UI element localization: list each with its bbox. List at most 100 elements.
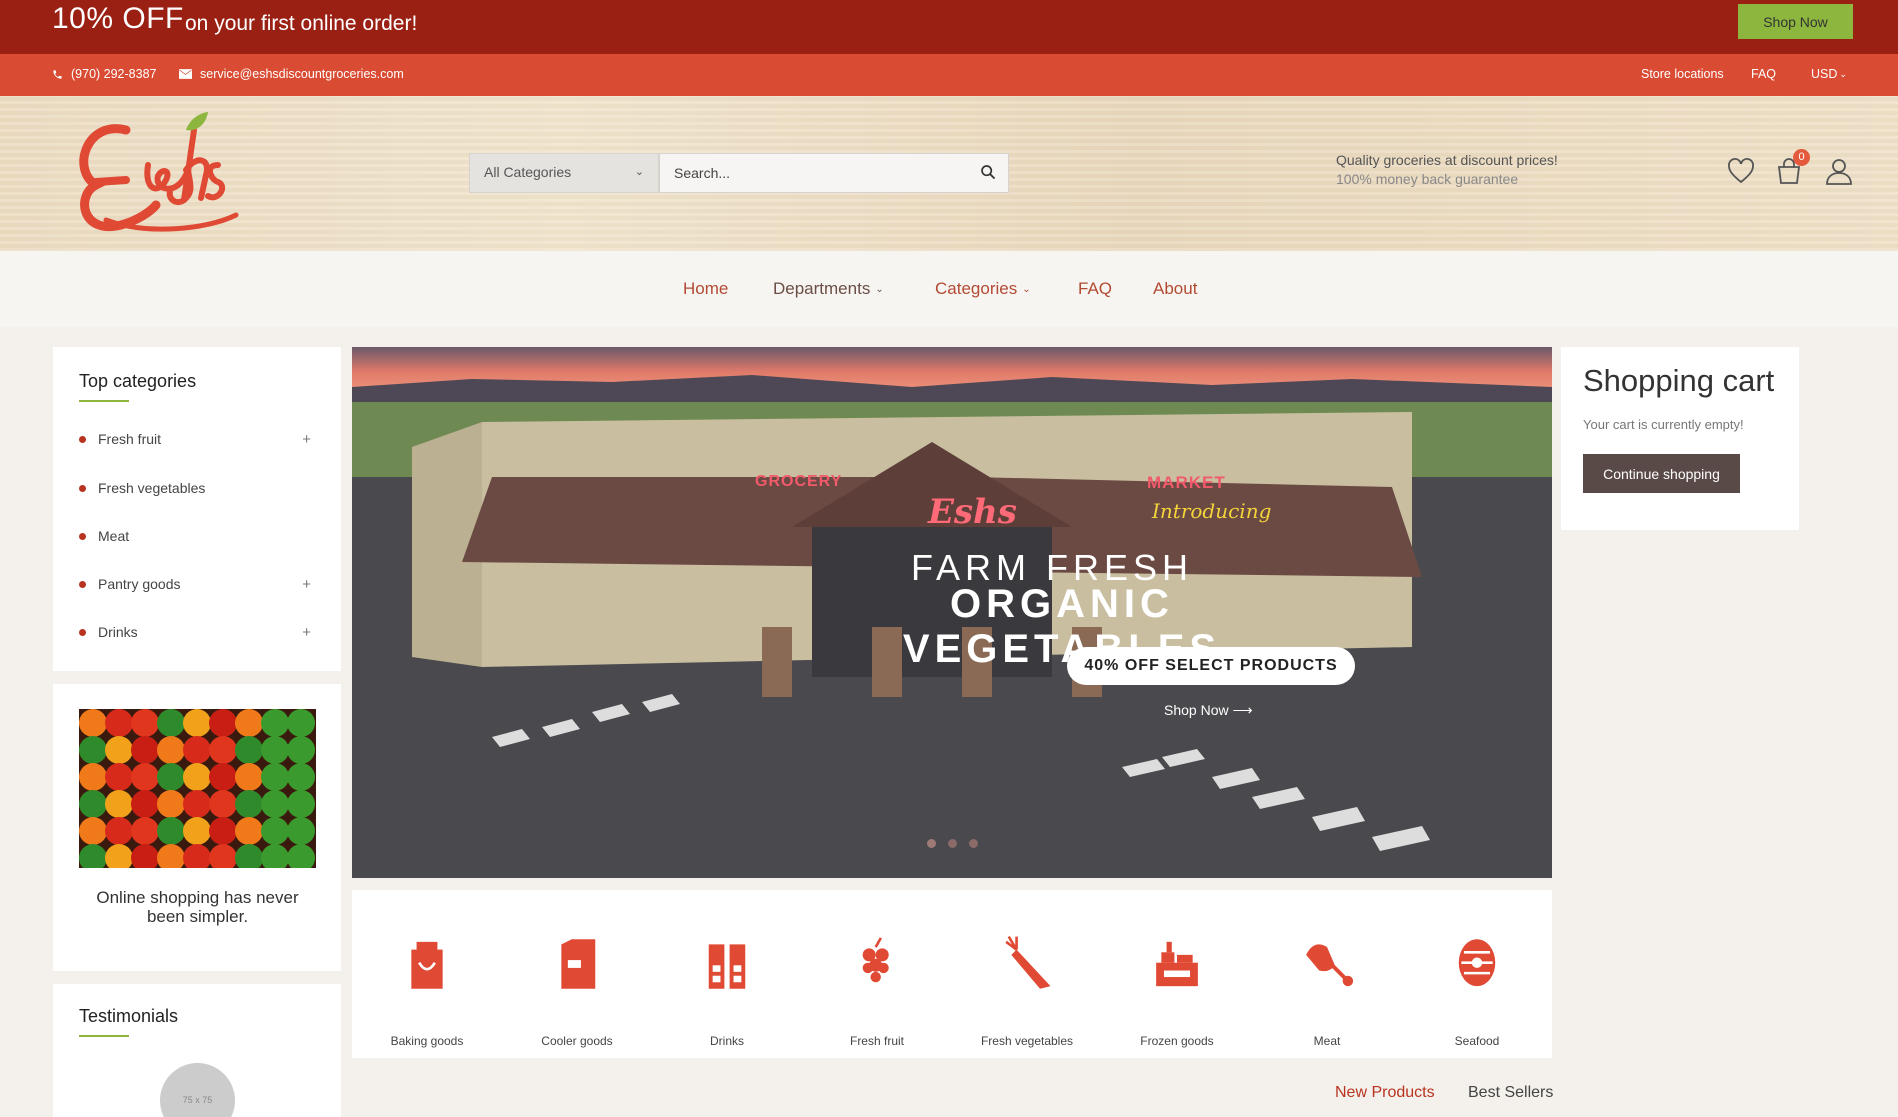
category-strip: Baking goods Cooler goods Drinks Fresh frui… (352, 890, 1552, 1058)
slide-shop-now-label: Shop Now (1164, 702, 1229, 718)
tagline-secondary: 100% money back guarantee (1336, 171, 1519, 187)
sidebar-category-label: Meat (98, 528, 130, 544)
bullet-icon (79, 435, 86, 443)
cooler-goods-icon (561, 939, 596, 989)
slider-dots (927, 839, 978, 848)
testimonials-title: Testimonials (79, 1006, 179, 1026)
chevron-down-icon: ⌄ (1022, 283, 1031, 295)
category-card[interactable]: Meat (1252, 890, 1402, 1058)
phone-contact[interactable]: (970) 292-8387 (52, 67, 156, 81)
tab-best-sellers[interactable]: Best Sellers (1468, 1084, 1553, 1102)
category-label: Baking goods (390, 1034, 464, 1048)
chevron-down-icon: ⌄ (1839, 68, 1847, 79)
sidebar-category-item[interactable]: Drinks + (79, 624, 311, 641)
category-card[interactable]: Fresh fruit (802, 890, 952, 1058)
email-address: service@eshsdiscountgroceries.com (200, 67, 404, 81)
currency-label: USD (1811, 67, 1838, 81)
hero-slider[interactable]: GROCERY MARKET Introducing Eshs FARM FRE… (352, 347, 1552, 878)
search-icon[interactable] (980, 164, 996, 180)
envelope-icon (179, 69, 192, 79)
wishlist-heart-icon[interactable] (1726, 156, 1756, 186)
phone-icon (53, 69, 62, 79)
frozen-goods-icon (1156, 941, 1198, 987)
nav-faq-label: FAQ (1078, 279, 1113, 298)
chevron-down-icon: ⌄ (875, 283, 884, 295)
currency-selector[interactable]: USD ⌄ (1811, 67, 1847, 81)
market-sign: MARKET (1147, 473, 1226, 492)
top-categories-title: Top categories (79, 371, 197, 391)
nav-about-label: About (1153, 279, 1198, 298)
tab-new-products[interactable]: New Products (1335, 1084, 1435, 1102)
top-categories-panel (53, 347, 341, 671)
sidebar-category-item[interactable]: Meat (79, 528, 311, 544)
sidebar-category-label: Fresh vegetables (98, 480, 206, 496)
user-account-icon[interactable] (1824, 156, 1854, 186)
category-label: Fresh fruit (849, 1034, 904, 1048)
expand-plus-icon[interactable]: + (302, 624, 311, 641)
bullet-icon (79, 484, 86, 492)
nav-categories-label: Categories (935, 279, 1018, 298)
fresh-fruit-icon (862, 937, 889, 983)
promo-shop-now-button[interactable]: Shop Now (1738, 4, 1853, 39)
fresh-vegetables-icon (1005, 935, 1051, 989)
sidebar-category-label: Pantry goods (98, 576, 181, 592)
promo-text: on your first online order! (185, 12, 418, 35)
slider-dot[interactable] (948, 839, 957, 848)
expand-plus-icon[interactable]: + (302, 431, 311, 448)
baking-goods-icon (411, 941, 443, 989)
category-card[interactable]: Baking goods (352, 890, 502, 1058)
category-select[interactable]: All Categories ⌄ (469, 153, 659, 193)
header-tagline: Quality groceries at discount prices! 10… (1336, 151, 1558, 189)
sidebar-category-item[interactable]: Fresh vegetables (79, 480, 311, 496)
storefront-logo-sign: Eshs (928, 492, 1017, 532)
category-card[interactable]: Drinks (652, 890, 802, 1058)
category-select-value: All Categories (484, 164, 572, 180)
tagline-primary: Quality groceries at discount prices! (1336, 152, 1558, 168)
phone-number: (970) 292-8387 (71, 67, 157, 81)
sidebar-category-item[interactable]: Pantry goods + (79, 576, 311, 593)
title-underline (79, 400, 129, 402)
arrow-right-icon: ⟶ (1232, 702, 1253, 718)
category-label: Frozen goods (1140, 1034, 1214, 1048)
seafood-icon (1458, 939, 1496, 987)
bullet-icon (79, 532, 86, 540)
meat-icon (1306, 944, 1354, 987)
title-underline (79, 1035, 129, 1037)
main-nav: Home Departments ⌄ Categories ⌄ FAQ About (0, 251, 1898, 327)
nav-about[interactable]: About (1153, 279, 1197, 299)
slide-cta-button[interactable]: 40% OFF SELECT PRODUCTS (1067, 647, 1355, 685)
slider-dot[interactable] (927, 839, 936, 848)
slide-shop-now-link[interactable]: Shop Now ⟶ (1164, 702, 1253, 719)
sidebar-category-label: Fresh fruit (98, 431, 162, 447)
category-label: Seafood (1454, 1034, 1500, 1048)
chevron-down-icon: ⌄ (634, 166, 644, 178)
promo-discount: 10% OFF (52, 2, 184, 35)
sidebar-category-label: Drinks (98, 624, 138, 640)
nav-faq[interactable]: FAQ (1078, 279, 1112, 299)
store-locations-link[interactable]: Store locations (1641, 67, 1724, 81)
continue-shopping-button[interactable]: Continue shopping (1583, 454, 1740, 493)
category-card[interactable]: Cooler goods (502, 890, 652, 1058)
eshs-logo[interactable] (66, 110, 241, 240)
faq-link[interactable]: FAQ (1751, 67, 1776, 81)
nav-categories[interactable]: Categories ⌄ (935, 279, 1031, 299)
category-label: Cooler goods (541, 1034, 613, 1048)
category-card[interactable]: Frozen goods (1102, 890, 1252, 1058)
nav-home-label: Home (683, 279, 729, 298)
promo-bar: 10% OFF on your first online order! Shop… (0, 0, 1898, 54)
expand-plus-icon[interactable]: + (302, 576, 311, 593)
category-label: Meat (1313, 1034, 1341, 1048)
cart-title: Shopping cart (1583, 363, 1775, 398)
search-input[interactable]: Search... (659, 153, 1009, 193)
top-bar: (970) 292-8387 service@eshsdiscountgroce… (0, 54, 1898, 96)
email-contact[interactable]: service@eshsdiscountgroceries.com (179, 67, 404, 81)
category-card[interactable]: Seafood (1402, 890, 1552, 1058)
drinks-icon (708, 944, 746, 989)
introducing-sign: Introducing (1152, 499, 1272, 523)
slider-dot[interactable] (969, 839, 978, 848)
nav-home[interactable]: Home (683, 279, 728, 299)
banner-caption: Online shopping has never been simpler. (96, 888, 299, 926)
category-card[interactable]: Fresh vegetables (952, 890, 1102, 1058)
sidebar-category-item[interactable]: Fresh fruit + (79, 431, 311, 448)
nav-departments[interactable]: Departments ⌄ (773, 279, 884, 299)
